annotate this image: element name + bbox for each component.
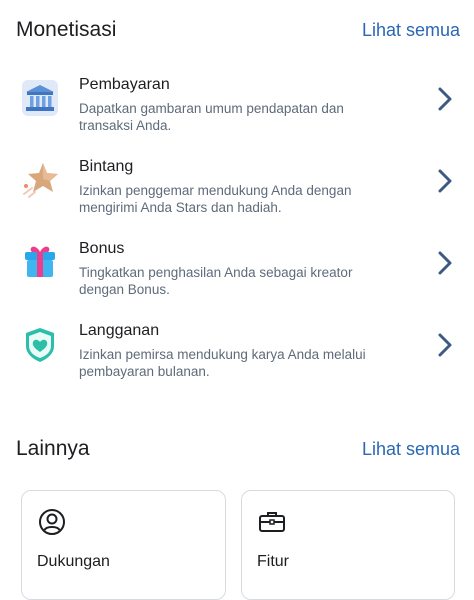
monetization-header: Monetisasi Lihat semua (0, 18, 474, 58)
item-description: Izinkan penggemar mendukung Anda dengan … (79, 183, 352, 215)
list-item-subscriptions[interactable]: Langganan Izinkan pemirsa mendukung kary… (0, 322, 474, 400)
item-title: Bonus (79, 240, 125, 257)
others-cards: Dukungan Fitur (0, 490, 474, 600)
briefcase-icon (257, 507, 287, 537)
card-label: Fitur (257, 553, 289, 570)
list-item-stars[interactable]: Bintang Izinkan penggemar mendukung Anda… (0, 158, 474, 236)
list-item-bonus[interactable]: Bonus Tingkatkan penghasilan Anda sebaga… (0, 240, 474, 318)
chevron-right-icon (434, 86, 456, 112)
chevron-right-icon (434, 168, 456, 194)
item-description: Tingkatkan penghasilan Anda sebagai krea… (79, 265, 353, 297)
see-all-others-link[interactable]: Lihat semua (362, 439, 460, 460)
heart-shield-icon (20, 324, 60, 364)
user-circle-icon (37, 507, 67, 537)
card-support[interactable]: Dukungan (21, 490, 226, 600)
item-title: Pembayaran (79, 76, 170, 93)
item-description: Izinkan pemirsa mendukung karya Anda mel… (79, 347, 366, 379)
section-title-monetization: Monetisasi (16, 18, 117, 41)
chevron-right-icon (434, 250, 456, 276)
item-description: Dapatkan gambaran umum pendapatan dan tr… (79, 101, 344, 133)
item-title: Langganan (79, 322, 160, 339)
section-title-others: Lainnya (16, 437, 90, 460)
list-item-payments[interactable]: Pembayaran Dapatkan gambaran umum pendap… (0, 76, 474, 154)
card-label: Dukungan (37, 553, 110, 570)
gift-icon (20, 242, 60, 282)
others-header: Lainnya Lihat semua (0, 437, 474, 477)
bank-icon (20, 78, 60, 118)
card-features[interactable]: Fitur (241, 490, 455, 600)
star-icon (20, 160, 60, 200)
see-all-monetization-link[interactable]: Lihat semua (362, 20, 460, 41)
item-title: Bintang (79, 158, 134, 175)
chevron-right-icon (434, 332, 456, 358)
